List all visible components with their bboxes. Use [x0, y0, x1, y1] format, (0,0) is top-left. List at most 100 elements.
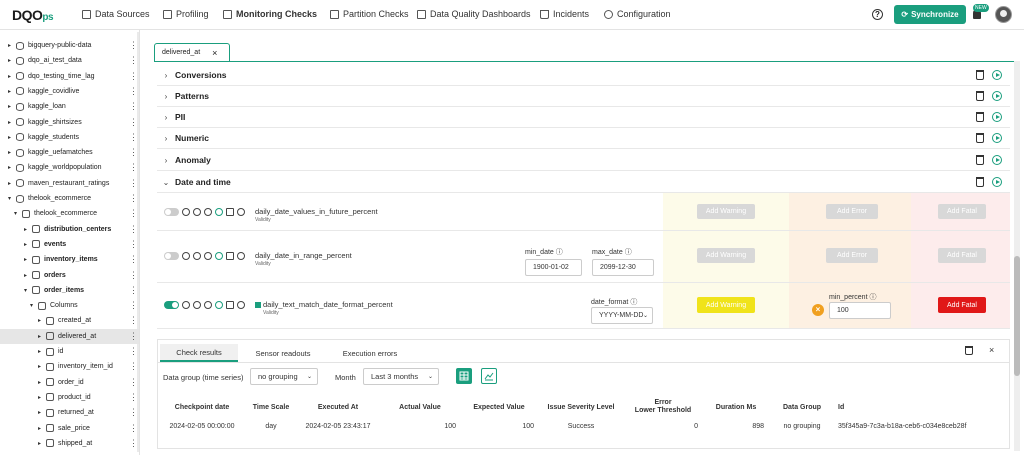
run-check-icon[interactable] — [215, 301, 223, 309]
info-icon[interactable]: ⓘ — [869, 294, 876, 301]
more-options-icon[interactable]: ⋮ — [129, 55, 138, 65]
close-icon[interactable]: × — [989, 345, 994, 355]
trash-icon[interactable] — [976, 70, 984, 80]
expand-arrow-icon[interactable]: ▸ — [38, 317, 44, 324]
table-view-icon[interactable] — [456, 368, 472, 384]
expand-arrow-icon[interactable]: ▸ — [8, 73, 14, 80]
nav-partition-checks[interactable]: Partition Checks — [330, 9, 409, 19]
category-row[interactable]: › Numeric — [157, 128, 1010, 149]
min-date-input[interactable]: 1900-01-02 — [525, 259, 582, 276]
nav-profiling[interactable]: Profiling — [163, 9, 209, 19]
add-warning-button[interactable]: Add Warning — [697, 204, 755, 219]
nav-data-quality-dashboards[interactable]: Data Quality Dashboards — [417, 9, 531, 19]
month-select[interactable]: Last 3 months ⌄ — [363, 368, 439, 385]
expand-arrow-icon[interactable]: ▸ — [38, 333, 44, 340]
chevron-icon[interactable]: › — [157, 156, 175, 165]
column-header[interactable]: Checkpoint date — [162, 404, 242, 412]
expand-arrow-icon[interactable]: ▸ — [38, 409, 44, 416]
tree-item-db[interactable]: ▸ kaggle_covidlive ⋮ — [0, 84, 139, 99]
more-options-icon[interactable]: ⋮ — [129, 193, 138, 203]
tab-check-results[interactable]: Check results — [160, 344, 238, 362]
avatar[interactable] — [995, 6, 1012, 23]
more-options-icon[interactable]: ⋮ — [129, 315, 138, 325]
tree-item-db[interactable]: ▾ thelook_ecommerce ⋮ — [0, 191, 139, 206]
expand-arrow-icon[interactable]: ▾ — [30, 302, 36, 309]
expand-arrow-icon[interactable]: ▸ — [24, 256, 30, 263]
category-row[interactable]: › PII — [157, 107, 1010, 128]
more-options-icon[interactable]: ⋮ — [129, 438, 138, 448]
run-checks-icon[interactable] — [992, 155, 1002, 165]
expand-arrow-icon[interactable]: ▸ — [8, 134, 14, 141]
category-row[interactable]: › Patterns — [157, 86, 1010, 107]
settings-icon[interactable] — [182, 208, 190, 216]
tab-delivered-at[interactable]: delivered_at × — [154, 43, 230, 61]
main-scrollbar[interactable] — [1014, 61, 1020, 451]
gear-icon[interactable] — [193, 301, 201, 309]
info-icon[interactable]: ⓘ — [630, 299, 637, 306]
add-fatal-button[interactable]: Add Fatal — [938, 248, 986, 263]
column-header[interactable]: Executed At — [298, 404, 378, 412]
more-options-icon[interactable]: ⋮ — [129, 270, 138, 280]
help-icon[interactable]: ? — [872, 9, 883, 20]
more-options-icon[interactable]: ⋮ — [129, 147, 138, 157]
expand-arrow-icon[interactable]: ▾ — [24, 287, 30, 294]
more-options-icon[interactable]: ⋮ — [129, 300, 138, 310]
column-header[interactable]: Duration Ms — [708, 404, 764, 412]
nav-configuration[interactable]: Configuration — [604, 9, 671, 19]
chevron-icon[interactable]: › — [157, 134, 175, 143]
column-header[interactable]: Error Lower Threshold — [628, 399, 698, 415]
trash-icon[interactable] — [976, 91, 984, 101]
column-header[interactable]: Id — [838, 404, 988, 412]
tree-item-column[interactable]: ▸ created_at ⋮ — [0, 313, 139, 328]
tree-item-db[interactable]: ▸ kaggle_loan ⋮ — [0, 99, 139, 114]
tree-item-table[interactable]: ▾ order_items ⋮ — [0, 283, 139, 298]
tree-item-column[interactable]: ▸ shipped_at ⋮ — [0, 436, 139, 451]
expand-arrow-icon[interactable]: ▸ — [8, 164, 14, 171]
chevron-icon[interactable]: › — [157, 113, 175, 122]
max-date-input[interactable]: 2099-12-30 — [592, 259, 654, 276]
add-warning-button[interactable]: Add Warning — [697, 248, 755, 263]
tree-item-db[interactable]: ▸ kaggle_uefamatches ⋮ — [0, 145, 139, 160]
expand-arrow-icon[interactable]: ▸ — [38, 440, 44, 447]
info-icon[interactable]: ⓘ — [625, 249, 632, 256]
column-header[interactable]: Actual Value — [384, 404, 456, 412]
tree-item-db[interactable]: ▸ maven_restaurant_ratings ⋮ — [0, 176, 139, 191]
tree-item-column[interactable]: ▸ sale_price ⋮ — [0, 421, 139, 436]
tree-item-db[interactable]: ▸ dqo_testing_time_lag ⋮ — [0, 69, 139, 84]
more-options-icon[interactable]: ⋮ — [129, 346, 138, 356]
more-options-icon[interactable]: ⋮ — [129, 331, 138, 341]
chevron-icon[interactable]: ⌄ — [157, 178, 175, 187]
more-options-icon[interactable]: ⋮ — [129, 101, 138, 111]
info-icon[interactable] — [237, 252, 245, 260]
add-error-button[interactable]: Add Error — [826, 248, 878, 263]
scrollbar-thumb[interactable] — [1014, 256, 1020, 376]
tree-item-table[interactable]: ▸ orders ⋮ — [0, 268, 139, 283]
more-options-icon[interactable]: ⋮ — [129, 392, 138, 402]
gear-icon[interactable] — [193, 208, 201, 216]
more-options-icon[interactable]: ⋮ — [129, 423, 138, 433]
more-options-icon[interactable]: ⋮ — [129, 239, 138, 249]
column-header[interactable]: Data Group — [770, 404, 834, 412]
expand-arrow-icon[interactable]: ▸ — [8, 149, 14, 156]
enable-toggle[interactable] — [164, 208, 179, 216]
info-icon[interactable] — [237, 301, 245, 309]
expand-arrow-icon[interactable]: ▸ — [24, 226, 30, 233]
tree-item-column[interactable]: ▸ id ⋮ — [0, 344, 139, 359]
tree-item-schema[interactable]: ▾ thelook_ecommerce ⋮ — [0, 206, 139, 221]
expand-arrow-icon[interactable]: ▸ — [38, 379, 44, 386]
expand-arrow-icon[interactable]: ▸ — [38, 348, 44, 355]
more-options-icon[interactable]: ⋮ — [129, 132, 138, 142]
expand-arrow-icon[interactable]: ▸ — [8, 180, 14, 187]
clock-icon[interactable] — [204, 252, 212, 260]
dqops-logo[interactable]: DQOps — [12, 7, 54, 23]
nav-incidents[interactable]: Incidents — [540, 9, 589, 19]
expand-arrow-icon[interactable]: ▾ — [8, 195, 14, 202]
more-options-icon[interactable]: ⋮ — [129, 86, 138, 96]
trash-icon[interactable] — [976, 155, 984, 165]
tree-item-db[interactable]: ▸ kaggle_worldpopulation ⋮ — [0, 160, 139, 175]
more-options-icon[interactable]: ⋮ — [129, 178, 138, 188]
expand-arrow-icon[interactable]: ▸ — [8, 103, 14, 110]
settings-icon[interactable] — [182, 301, 190, 309]
tree-item-db[interactable]: ▸ kaggle_shirtsizes ⋮ — [0, 115, 139, 130]
tree-item-column[interactable]: ▸ order_id ⋮ — [0, 375, 139, 390]
